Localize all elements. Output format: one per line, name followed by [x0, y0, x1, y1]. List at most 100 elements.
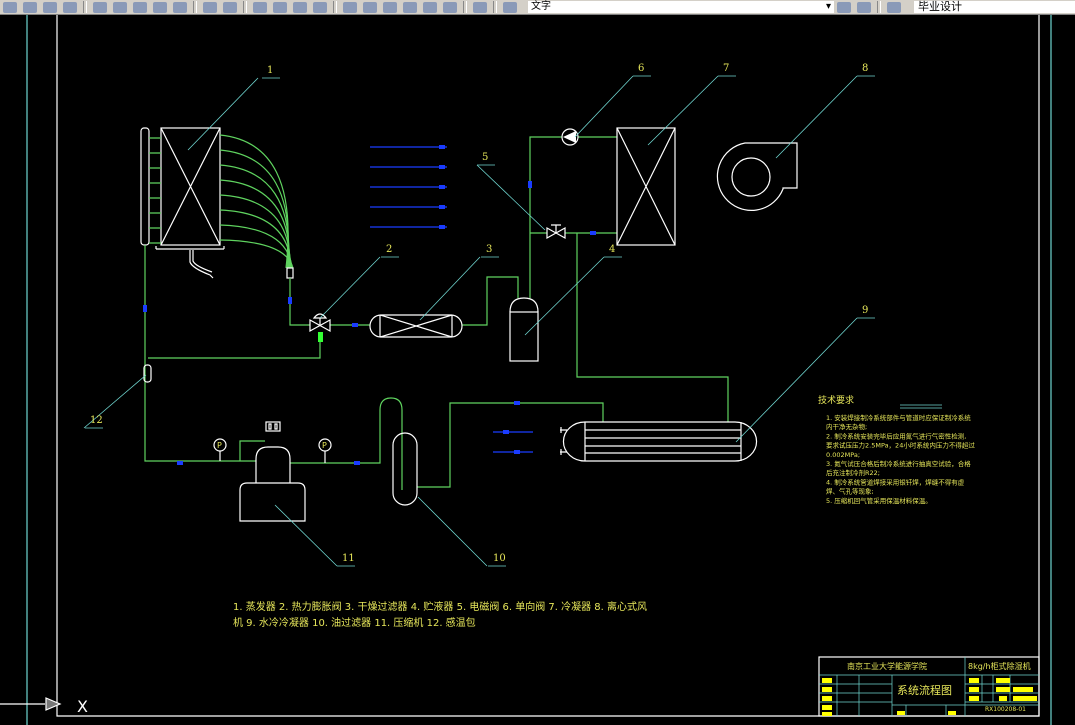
technical-requirements: 技术要求 1. 安装焊接制冷系统部件与管道时应保证制冷系统 内干净无杂物;2. … [818, 394, 975, 505]
title-block-cell-fill [996, 687, 1010, 692]
legend-line-1: 1. 蒸发器 2. 热力膨胀阀 3. 干燥过滤器 4. 贮液器 5. 电磁阀 6… [233, 600, 647, 613]
component-label-5: 5 [482, 152, 488, 163]
filter-drier[interactable] [369, 314, 463, 338]
title-block-cell-fill [897, 711, 905, 715]
compressor[interactable] [239, 421, 306, 522]
flow-arrow-icon [177, 461, 183, 465]
component-label-1: 1 [267, 65, 273, 76]
zoom-previous-icon[interactable] [313, 1, 327, 13]
preview-icon[interactable] [43, 1, 57, 13]
capillary-tube [219, 179, 290, 269]
component-label-4: 4 [609, 244, 615, 255]
layer-manager-icon[interactable] [503, 1, 517, 13]
undo-icon[interactable] [203, 1, 217, 13]
evaporator[interactable] [140, 127, 294, 279]
component-label-8: 8 [862, 63, 868, 74]
flow-arrow-icon [439, 225, 445, 229]
help-icon[interactable] [473, 1, 487, 13]
publish-icon[interactable] [63, 1, 77, 13]
component-label-6: 6 [638, 63, 644, 74]
open-icon[interactable] [3, 1, 17, 13]
tech-requirement-line: 焊、气孔等现象; [826, 487, 874, 496]
oil-separator[interactable] [392, 432, 418, 506]
component-label-12: 12 [90, 415, 103, 426]
title-block-cell-fill [822, 705, 832, 710]
zoom-realtime-icon[interactable] [273, 1, 287, 13]
brush-icon[interactable] [173, 1, 187, 13]
flow-arrow-icon [288, 297, 292, 304]
solenoid-valve[interactable] [546, 224, 566, 240]
redo-icon[interactable] [223, 1, 237, 13]
svg-text:P: P [322, 441, 327, 450]
print-icon[interactable] [23, 1, 37, 13]
leader-line [647, 75, 719, 146]
water-cooled-condenser[interactable] [560, 421, 758, 462]
leader-line [476, 164, 546, 231]
calculator-icon[interactable] [443, 1, 457, 13]
sheet-set-icon[interactable] [403, 1, 417, 13]
text-style-dropdown[interactable]: 毕业设计 [914, 1, 1075, 13]
component-label-11: 11 [342, 553, 355, 564]
copy-icon[interactable] [113, 1, 127, 13]
leader-line [187, 77, 259, 151]
title-block-cell-fill [969, 687, 979, 692]
tech-title: 技术要求 [818, 394, 854, 406]
flow-arrow-icon [354, 461, 360, 465]
flow-arrow-icon [439, 165, 445, 169]
leader-lines: 12 3 456 7 89101112 [83, 63, 875, 567]
condenser[interactable] [616, 127, 676, 246]
title-block-cell-fill [996, 678, 1010, 683]
markup-icon[interactable] [423, 1, 437, 13]
title-block-cell-fill [969, 696, 979, 701]
tech-requirement-line: 内干净无杂物; [826, 422, 867, 431]
drawing-number: RX100208-01 [985, 706, 1026, 713]
flow-arrow-icon [590, 231, 596, 235]
properties-icon[interactable] [343, 1, 357, 13]
leader-line [274, 504, 338, 567]
legend-line-2: 机 9. 水冷冷凝器 10. 油过滤器 11. 压缩机 12. 感温包 [233, 616, 476, 629]
leader-line [524, 256, 605, 336]
pan-icon[interactable] [253, 1, 267, 13]
design-center-icon[interactable] [363, 1, 377, 13]
flow-arrows [143, 145, 596, 465]
receiver[interactable] [509, 297, 539, 362]
tech-requirement-line: 1. 安装焊接制冷系统部件与管道时应保证制冷系统 [826, 413, 971, 422]
pipes [144, 136, 729, 490]
check-valve[interactable] [561, 128, 579, 146]
component-label-2: 2 [386, 244, 392, 255]
school-name: 南京工业大学能源学院 [847, 661, 927, 671]
title-block-cell-fill [822, 678, 832, 683]
title-block: 南京工业大学能源学院 8kg/h柜式除湿机 系统流程图 RX100208-01 [818, 656, 1040, 717]
leader-line [319, 256, 381, 319]
leader-line [775, 75, 858, 159]
expansion-valve[interactable] [309, 313, 331, 342]
flow-arrow-icon [352, 323, 358, 327]
zoom-window-icon[interactable] [293, 1, 307, 13]
title-block-cell-fill [822, 696, 832, 701]
leader-line [419, 256, 481, 321]
capillary-tube [219, 209, 292, 269]
paste-icon[interactable] [133, 1, 147, 13]
component-label-9: 9 [862, 305, 868, 316]
drawing-name: 系统流程图 [897, 683, 952, 697]
text-style-icon[interactable] [887, 1, 901, 13]
title-block-cell-fill [1013, 696, 1037, 701]
flow-arrow-icon [503, 430, 509, 434]
flow-arrow-icon [528, 181, 532, 188]
match-properties-icon[interactable] [153, 1, 167, 13]
chevron-down-icon: ▾ [825, 1, 831, 12]
tool-palettes-icon[interactable] [383, 1, 397, 13]
make-current-layer-icon[interactable] [837, 1, 851, 13]
tech-requirement-line: 3. 氮气试压合格后制冷系统进行抽真空试验，合格 [826, 459, 971, 468]
tech-requirement-line: 5. 压缩机回气管采用保温材料保温。 [826, 496, 932, 505]
drawing-canvas[interactable]: X P P 12 3 456 7 89101112 技术要求 1. 安装焊接制冷… [0, 15, 1075, 725]
component-label-7: 7 [723, 63, 729, 74]
tech-requirement-line: 2. 制冷系统安装完毕后应用氮气进行气密性检测, [826, 431, 966, 440]
cut-icon[interactable] [93, 1, 107, 13]
flow-arrow-icon [514, 401, 520, 405]
flow-arrow-icon [439, 145, 445, 149]
layer-previous-icon[interactable] [857, 1, 871, 13]
legend: 1. 蒸发器 2. 热力膨胀阀 3. 干燥过滤器 4. 贮液器 5. 电磁阀 6… [233, 600, 647, 629]
centrifugal-fan[interactable] [716, 142, 798, 211]
layer-dropdown[interactable]: 文字 ▾ [528, 1, 834, 13]
